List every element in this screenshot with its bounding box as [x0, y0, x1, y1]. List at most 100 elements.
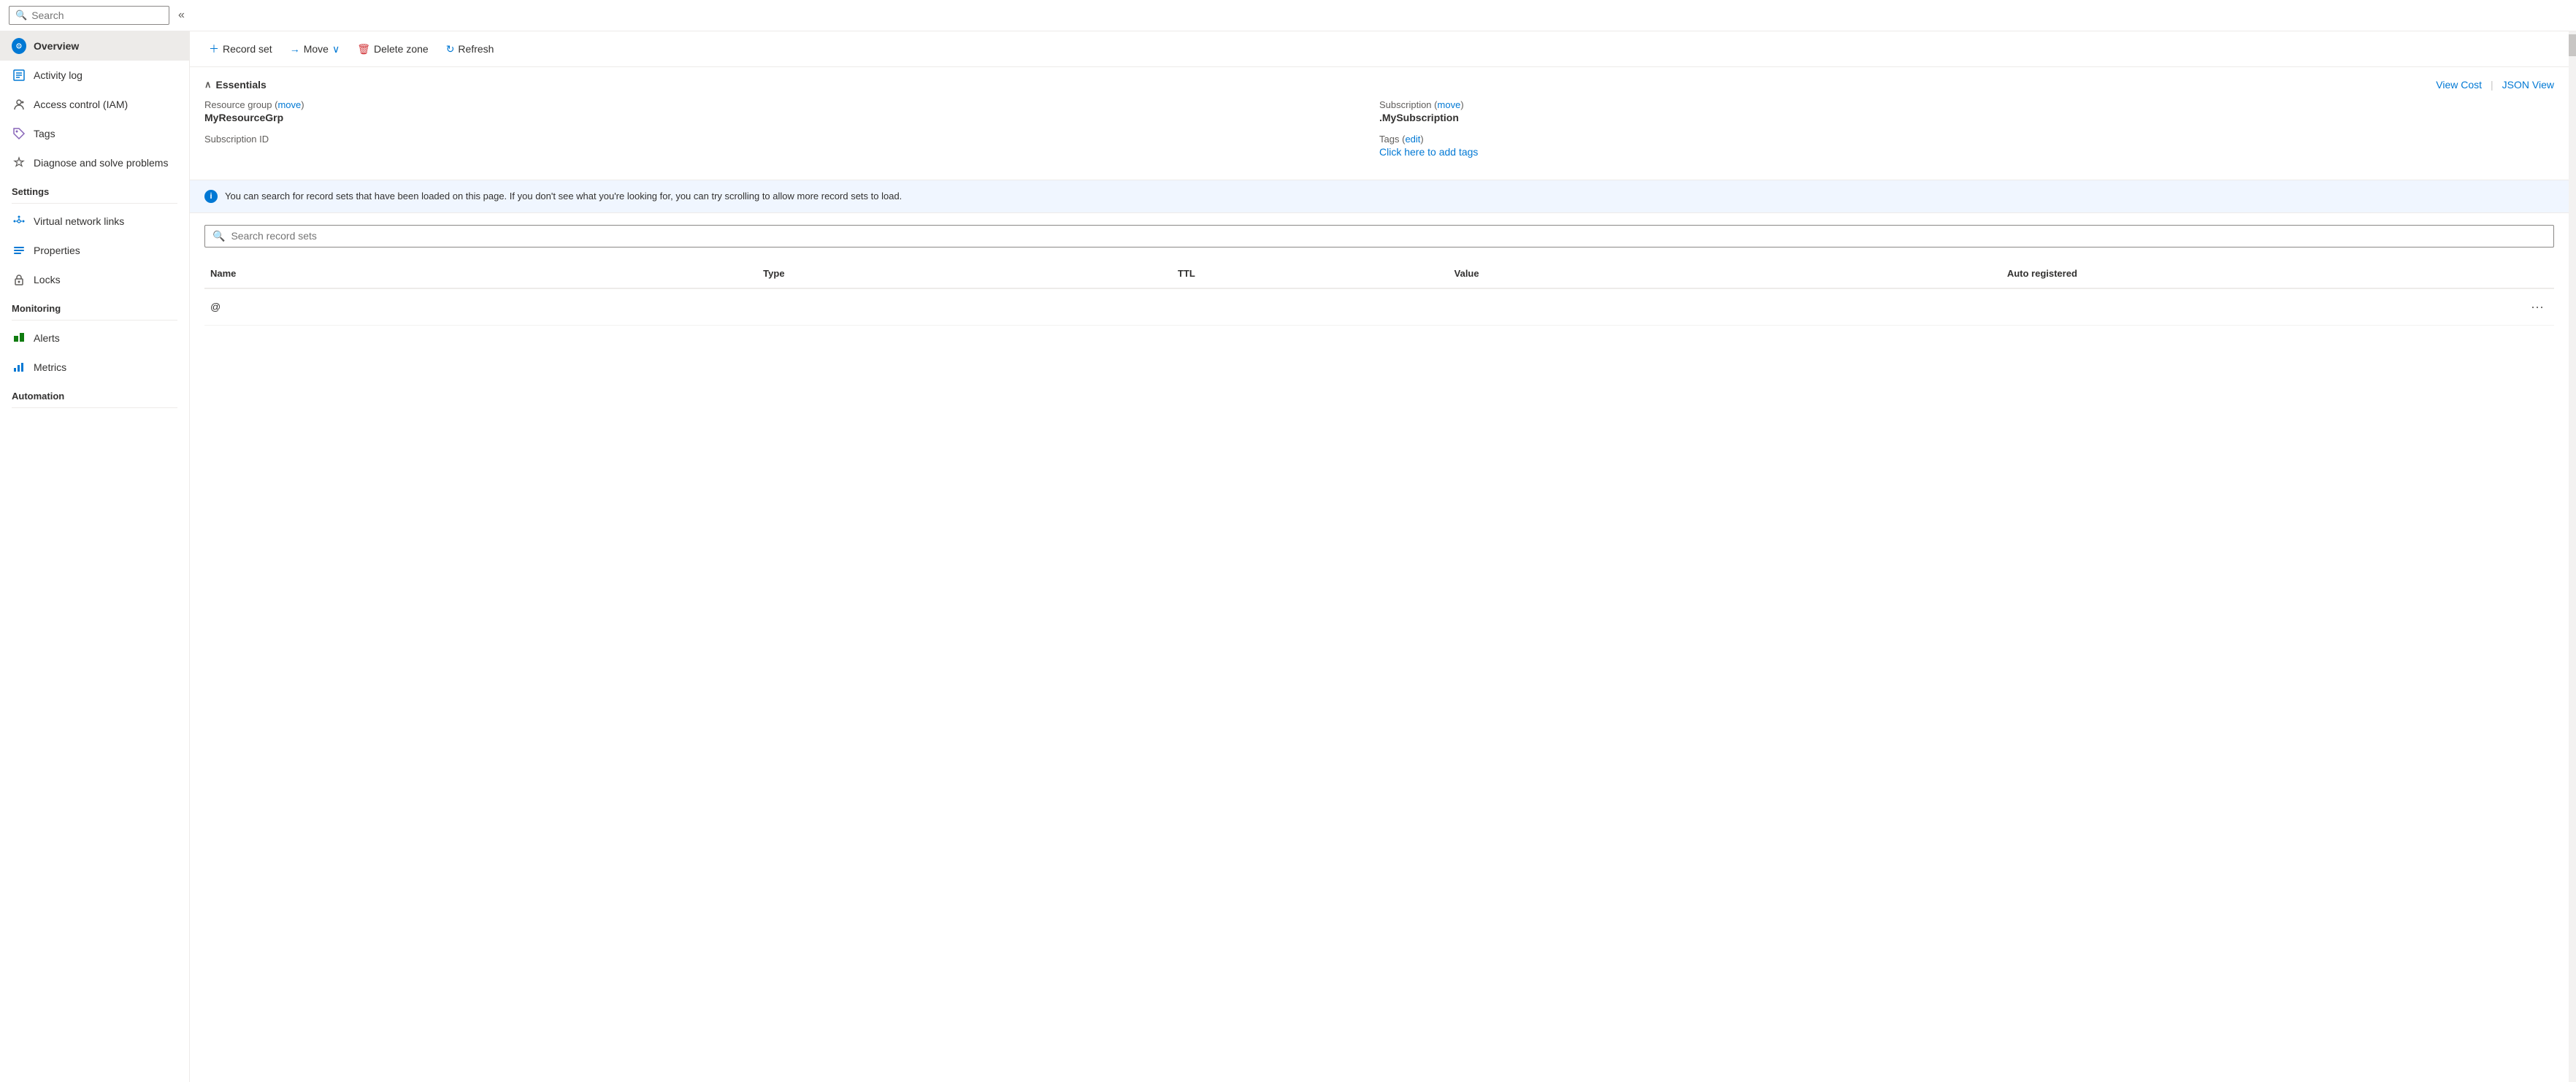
essentials-section: ∧ Essentials View Cost | JSON View Resou…: [190, 67, 2569, 180]
sidebar: ⊙ Overview Activity log: [0, 31, 190, 1082]
tags-field: Tags (edit) Click here to add tags: [1379, 134, 2554, 158]
table-header: Name Type TTL Value Auto registered: [204, 259, 2554, 289]
sidebar-overview-label: Overview: [34, 40, 79, 52]
add-record-set-button[interactable]: ＋ Record set: [202, 37, 280, 61]
resource-group-move-link[interactable]: move: [277, 99, 301, 110]
tags-edit-link[interactable]: edit: [1405, 134, 1420, 145]
settings-section-title: Settings: [0, 177, 189, 200]
refresh-label: Refresh: [458, 43, 494, 55]
essentials-separator: |: [2491, 79, 2493, 91]
sidebar-item-metrics[interactable]: Metrics: [0, 353, 189, 382]
overview-icon: ⊙: [12, 39, 26, 53]
subscription-field: Subscription (move) .MySubscription: [1379, 99, 2554, 123]
subscription-value: .MySubscription: [1379, 112, 2554, 123]
col-auto-registered: Auto registered: [2001, 265, 2554, 282]
diagnose-icon: [12, 156, 26, 170]
sidebar-vnet-links-label: Virtual network links: [34, 215, 124, 227]
view-cost-link[interactable]: View Cost: [2436, 79, 2482, 91]
search-record-sets-input[interactable]: [231, 230, 2546, 242]
network-icon: [12, 214, 26, 229]
metrics-icon: [12, 360, 26, 375]
row-more-actions-button[interactable]: ···: [2526, 298, 2548, 316]
info-message: You can search for record sets that have…: [225, 189, 902, 204]
sidebar-access-control-label: Access control (IAM): [34, 99, 128, 110]
tags-add-link[interactable]: Click here to add tags: [1379, 146, 1478, 158]
sidebar-item-overview[interactable]: ⊙ Overview: [0, 31, 189, 61]
move-button[interactable]: → Move ∨: [283, 39, 347, 60]
row-type: [757, 304, 1172, 310]
chevron-up-icon: ∧: [204, 79, 212, 91]
sidebar-properties-label: Properties: [34, 245, 80, 256]
content-scrollbar: [2569, 31, 2576, 1082]
essentials-title-text: Essentials: [216, 79, 267, 91]
access-control-icon: [12, 97, 26, 112]
content-inner: ＋ Record set → Move ∨ 🗑 Delete zone ↻ Re…: [190, 31, 2569, 1082]
settings-divider: [12, 203, 177, 204]
json-view-link[interactable]: JSON View: [2502, 79, 2554, 91]
subscription-id-label: Subscription ID: [204, 134, 1379, 145]
sidebar-diagnose-label: Diagnose and solve problems: [34, 157, 168, 169]
collapse-sidebar-button[interactable]: «: [175, 6, 188, 25]
refresh-icon: ↻: [446, 43, 455, 55]
col-value: Value: [1449, 265, 2001, 282]
info-banner: i You can search for record sets that ha…: [190, 180, 2569, 213]
search-input[interactable]: [31, 9, 163, 21]
sidebar-activity-log-label: Activity log: [34, 69, 83, 81]
search-icon: 🔍: [15, 9, 27, 21]
tags-label: Tags (edit): [1379, 134, 2554, 145]
record-set-label: Record set: [223, 43, 272, 55]
sidebar-item-access-control[interactable]: Access control (IAM): [0, 90, 189, 119]
activity-log-icon: [12, 68, 26, 83]
sidebar-tags-label: Tags: [34, 128, 55, 139]
sidebar-item-tags[interactable]: Tags: [0, 119, 189, 148]
scrollbar-thumb: [2569, 34, 2576, 56]
essentials-title: ∧ Essentials: [204, 79, 267, 91]
properties-icon: [12, 243, 26, 258]
sidebar-alerts-label: Alerts: [34, 332, 60, 344]
subscription-id-field: Subscription ID: [204, 134, 1379, 158]
action-toolbar: ＋ Record set → Move ∨ 🗑 Delete zone ↻ Re…: [190, 31, 2569, 67]
content-scroll-container: ＋ Record set → Move ∨ 🗑 Delete zone ↻ Re…: [190, 31, 2576, 1082]
plus-icon: ＋: [209, 42, 219, 56]
subscription-label: Subscription (move): [1379, 99, 2554, 110]
search-record-sets-box[interactable]: 🔍: [204, 225, 2554, 248]
row-auto-registered: ···: [2001, 295, 2554, 319]
monitoring-divider: [12, 320, 177, 321]
lock-icon: [12, 272, 26, 287]
info-icon: i: [204, 190, 218, 203]
automation-divider: [12, 407, 177, 408]
monitoring-section-title: Monitoring: [0, 294, 189, 317]
sidebar-metrics-label: Metrics: [34, 361, 66, 373]
row-value: [1449, 304, 2001, 310]
main-layout: ⊙ Overview Activity log: [0, 31, 2576, 1082]
trash-icon: 🗑: [357, 43, 370, 55]
sidebar-item-alerts[interactable]: Alerts: [0, 323, 189, 353]
search-box[interactable]: 🔍: [9, 6, 169, 25]
sidebar-item-properties[interactable]: Properties: [0, 236, 189, 265]
top-bar: 🔍 «: [0, 0, 2576, 31]
sidebar-item-virtual-network-links[interactable]: Virtual network links: [0, 207, 189, 236]
subscription-move-link[interactable]: move: [1438, 99, 1461, 110]
tag-icon: [12, 126, 26, 141]
sidebar-item-locks[interactable]: Locks: [0, 265, 189, 294]
record-sets-section: 🔍 Name Type TTL Value Auto registered @: [190, 213, 2569, 337]
sidebar-item-diagnose[interactable]: Diagnose and solve problems: [0, 148, 189, 177]
col-type: Type: [757, 265, 1172, 282]
refresh-button[interactable]: ↻ Refresh: [439, 39, 502, 60]
delete-zone-button[interactable]: 🗑 Delete zone: [350, 39, 436, 60]
automation-section-title: Automation: [0, 382, 189, 404]
resource-group-value: MyResourceGrp: [204, 112, 1379, 123]
sidebar-item-activity-log[interactable]: Activity log: [0, 61, 189, 90]
essentials-header: ∧ Essentials View Cost | JSON View: [204, 79, 2554, 91]
search-record-sets-icon: 🔍: [212, 230, 225, 242]
chevron-down-icon: ∨: [332, 43, 340, 55]
col-name: Name: [204, 265, 757, 282]
table-row[interactable]: @ ···: [204, 289, 2554, 326]
row-ttl: [1172, 304, 1449, 310]
essentials-actions: View Cost | JSON View: [2436, 79, 2554, 91]
resource-group-label: Resource group (move): [204, 99, 1379, 110]
sidebar-locks-label: Locks: [34, 274, 61, 285]
col-ttl: TTL: [1172, 265, 1449, 282]
arrow-right-icon: →: [290, 43, 300, 55]
row-name: @: [204, 298, 757, 315]
